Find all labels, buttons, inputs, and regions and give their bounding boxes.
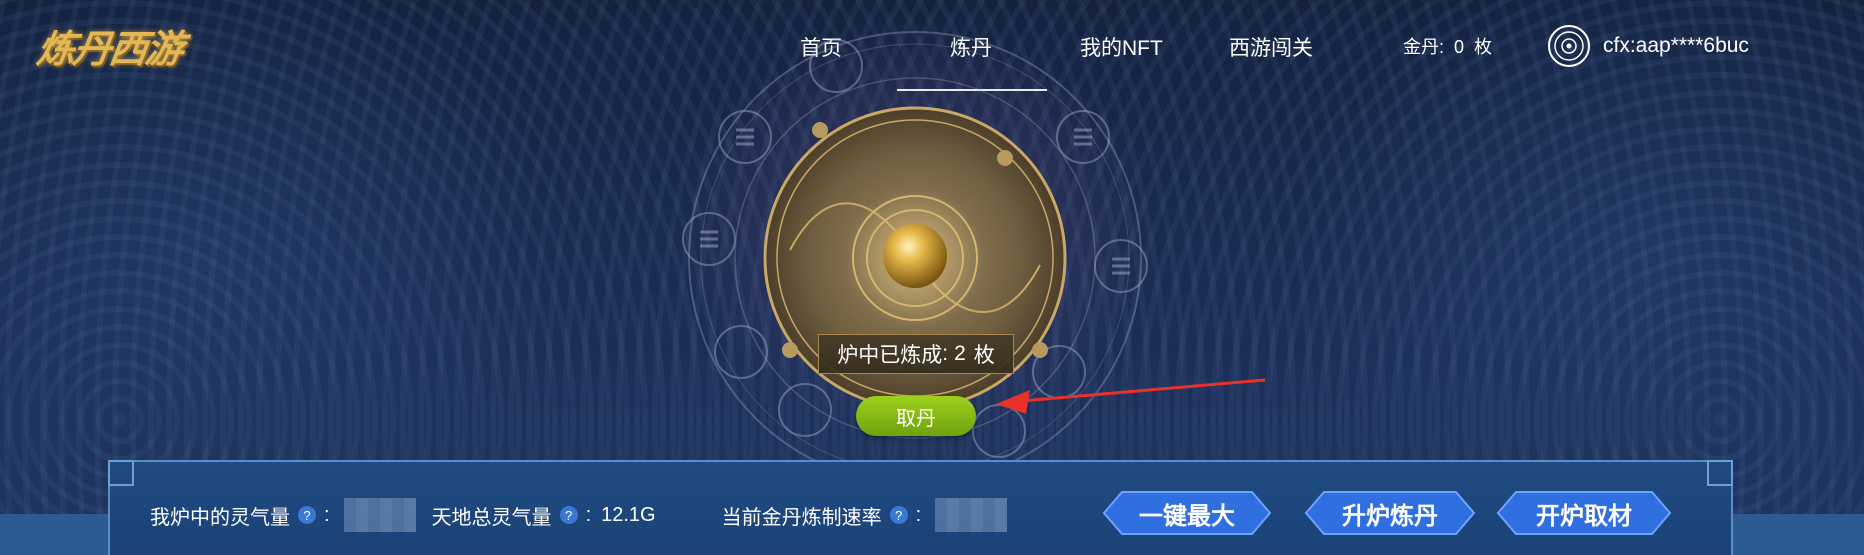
max-one-click-button[interactable]: 一键最大 [1102, 490, 1272, 536]
my-energy-label: 我炉中的灵气量 [150, 506, 290, 529]
open-furnace-button[interactable]: 开炉取材 [1496, 490, 1672, 536]
help-icon[interactable]: ? [889, 506, 908, 524]
help-icon[interactable]: ? [559, 506, 578, 524]
furnace-status: 炉中已炼成:2 枚 [818, 334, 1014, 374]
energy-stats: 我炉中的灵气量 ? : 天地总灵气量 ? : 12.1G 当前金丹炼制速率 ? … [150, 498, 1008, 532]
max-one-click-label: 一键最大 [1139, 502, 1235, 530]
furnace-status-value: 2 [954, 342, 966, 365]
upgrade-furnace-label: 升炉炼丹 [1342, 502, 1438, 530]
collect-pill-button[interactable]: 取丹 [856, 396, 976, 436]
my-energy-value-redacted [343, 498, 416, 532]
rate-value-redacted [935, 498, 1008, 532]
colon: : [324, 503, 330, 526]
colon: : [585, 503, 592, 526]
panel-corner-ornament [108, 460, 134, 486]
rate-label: 当前金丹炼制速率 [721, 506, 882, 529]
colon: : [915, 503, 922, 526]
panel-corner-ornament [1707, 460, 1733, 486]
open-furnace-label: 开炉取材 [1536, 502, 1632, 530]
help-icon[interactable]: ? [298, 506, 316, 524]
total-energy-label: 天地总灵气量 [431, 506, 552, 529]
furnace-status-label: 炉中已炼成 [837, 344, 943, 367]
total-energy-value: 12.1G [601, 503, 656, 526]
furnace-status-unit: 枚 [973, 344, 995, 367]
upgrade-furnace-button[interactable]: 升炉炼丹 [1304, 490, 1476, 536]
energy-panel: 我炉中的灵气量 ? : 天地总灵气量 ? : 12.1G 当前金丹炼制速率 ? … [108, 460, 1733, 555]
